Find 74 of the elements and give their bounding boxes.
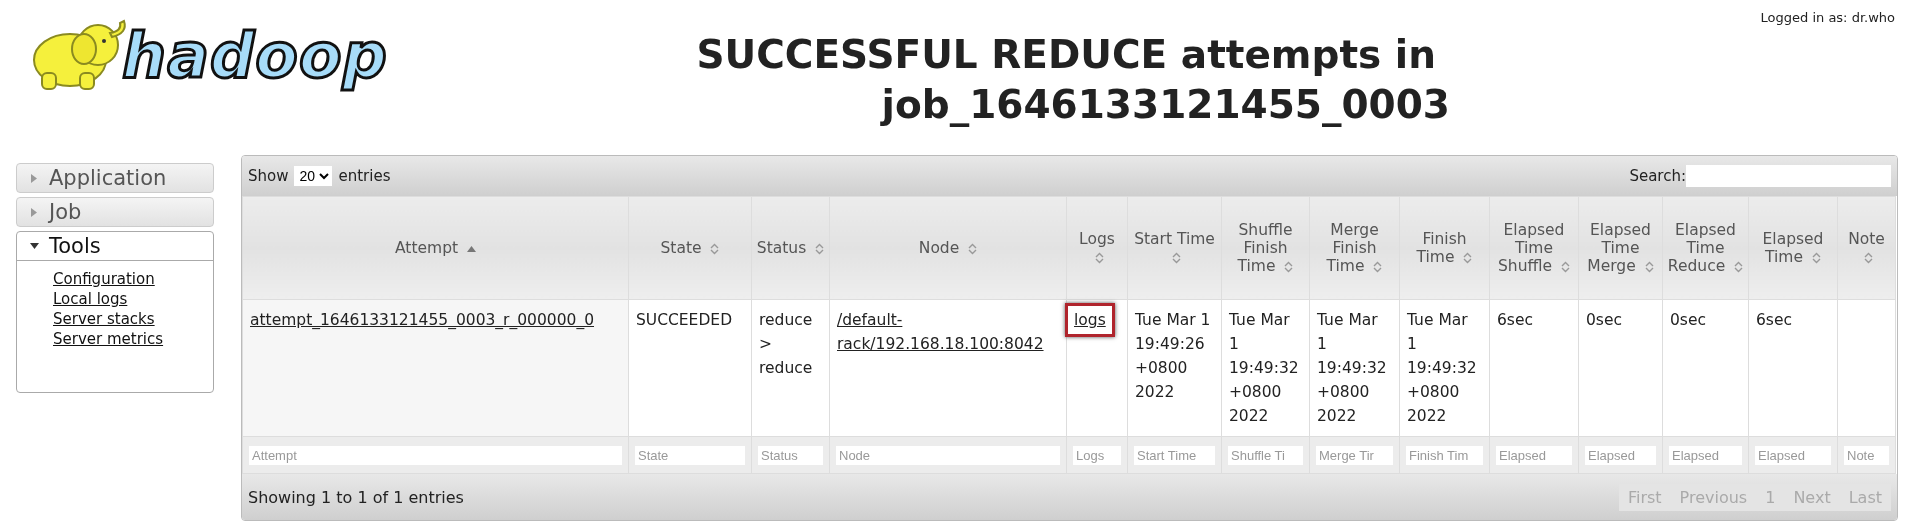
column-header[interactable]: Shuffle Finish Time	[1221, 196, 1310, 300]
sort-icon	[1560, 260, 1570, 273]
filter-field[interactable]: Finish Tim	[1406, 445, 1483, 465]
sort-icon	[1644, 260, 1654, 273]
table-cell-text: 0sec	[1586, 310, 1623, 331]
sort-icon	[1373, 260, 1383, 273]
column-header[interactable]: State	[628, 196, 752, 300]
caret-right-icon	[31, 207, 37, 217]
sort-icon	[710, 242, 720, 255]
column-header[interactable]: Logs	[1066, 196, 1128, 300]
job-id-title: job_1646133121455_0003	[881, 81, 1450, 129]
column-header[interactable]: Start Time	[1127, 196, 1222, 300]
show-label: Show	[248, 167, 289, 185]
sidebar-link[interactable]: Server stacks	[53, 309, 155, 329]
table-cell-text: Tue Mar 1 19:49:32 +0800 2022	[1407, 310, 1478, 427]
filter-field[interactable]: Status	[758, 445, 823, 465]
column-header[interactable]: Attempt	[242, 196, 629, 300]
sort-icon	[1463, 251, 1473, 264]
search-field[interactable]	[1686, 165, 1891, 187]
sidebar-link[interactable]: Local logs	[53, 289, 128, 309]
filter-field[interactable]: Merge Tir	[1316, 445, 1393, 465]
sidebar-header[interactable]: Application	[17, 164, 213, 192]
filter-field[interactable]: Elapsed	[1669, 445, 1742, 465]
table-link[interactable]: logs	[1065, 303, 1115, 337]
column-header[interactable]: Note	[1837, 196, 1896, 300]
column-header[interactable]: Node	[829, 196, 1067, 300]
logo-wordmark: hadoop	[122, 18, 388, 92]
table-cell-text: Tue Mar 1 19:49:32 +0800 2022	[1317, 310, 1388, 427]
sidebar-link[interactable]: Configuration	[53, 269, 155, 289]
sort-icon	[1734, 260, 1744, 273]
logged-in-user: Logged in as: dr.who	[1760, 10, 1895, 25]
column-header[interactable]: Elapsed Time Shuffle	[1489, 196, 1579, 300]
column-header[interactable]: Elapsed Time Reduce	[1662, 196, 1749, 300]
caret-right-icon	[31, 173, 37, 183]
column-header[interactable]: Elapsed Time Merge	[1578, 196, 1663, 300]
caret-down-icon	[29, 243, 39, 249]
filter-field[interactable]: Shuffle Ti	[1228, 445, 1303, 465]
page-title: SUCCESSFUL REDUCE attempts in	[696, 31, 1436, 79]
table-cell-text: 6sec	[1756, 310, 1793, 331]
filter-field[interactable]: Logs	[1073, 445, 1121, 465]
sort-icon	[1284, 260, 1294, 273]
filter-field[interactable]: Elapsed	[1585, 445, 1656, 465]
column-header[interactable]: Status	[751, 196, 830, 300]
filter-field[interactable]: State	[635, 445, 745, 465]
sidebar-link[interactable]: Server metrics	[53, 329, 164, 349]
table-info: Showing 1 to 1 of 1 entries	[248, 487, 464, 507]
filter-field[interactable]: Note	[1844, 445, 1889, 465]
sidebar-header[interactable]: Tools	[17, 232, 213, 261]
table-cell-text: Tue Mar 1 19:49:26 +0800 2022	[1135, 310, 1212, 403]
page-size-select[interactable]: 20	[294, 166, 333, 186]
sort-icon	[815, 242, 825, 255]
filter-field[interactable]: Attempt	[249, 445, 622, 465]
filter-field[interactable]: Elapsed	[1496, 445, 1572, 465]
table-cell-text: reduce > reduce	[759, 310, 814, 379]
sidebar-header[interactable]: Job	[17, 198, 213, 226]
column-header[interactable]: Elapsed Time	[1748, 196, 1838, 300]
table-cell-text: SUCCEEDED	[636, 310, 734, 331]
search-label: Search:	[1629, 167, 1686, 185]
sort-icon	[1864, 251, 1873, 264]
sort-icon	[1811, 251, 1821, 264]
table-cell-text: 6sec	[1497, 310, 1534, 331]
sort-icon	[1094, 251, 1104, 264]
filter-field[interactable]: Elapsed	[1755, 445, 1831, 465]
table-cell-text: 0sec	[1670, 310, 1707, 331]
sort-icon	[968, 242, 978, 255]
sort-ascending-icon	[467, 245, 476, 252]
filter-field[interactable]: Node	[836, 445, 1060, 465]
table-link[interactable]: attempt_1646133121455_0003_r_000000_0	[250, 308, 594, 332]
table-cell-text: Tue Mar 1 19:49:32 +0800 2022	[1229, 310, 1300, 427]
filter-field[interactable]: Start Time	[1134, 445, 1215, 465]
column-header[interactable]: Merge Finish Time	[1309, 196, 1400, 300]
entries-label: entries	[338, 167, 391, 185]
sort-icon	[1172, 251, 1181, 264]
column-header[interactable]: Finish Time	[1399, 196, 1490, 300]
